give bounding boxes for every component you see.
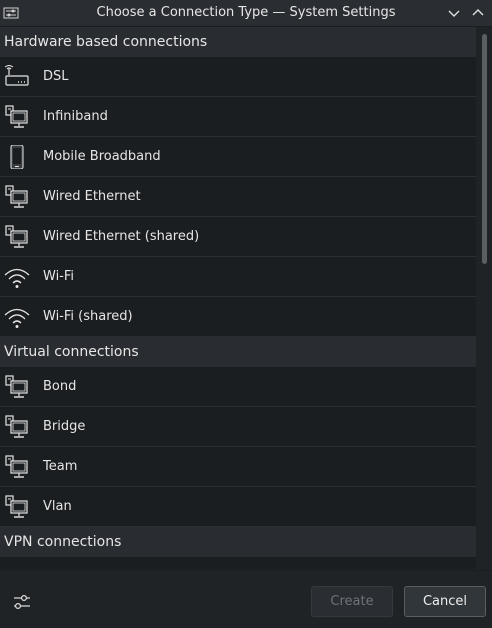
connection-item-label: Infiniband [43,109,108,124]
minimize-chevron-icon[interactable] [446,5,462,21]
scrollbar[interactable] [477,27,492,569]
wifi-icon [4,305,30,329]
connection-item-wi-fi-shared[interactable]: Wi-Fi (shared) [0,297,476,337]
connection-item-infiniband[interactable]: Infiniband [0,97,476,137]
connection-item-dsl[interactable]: DSL [0,57,476,97]
section-header-virtual-connections: Virtual connections [0,337,476,367]
connection-item-wired-ethernet[interactable]: Wired Ethernet [0,177,476,217]
configure-icon[interactable] [10,591,34,613]
network-wired-icon [4,495,30,519]
window-title: Choose a Connection Type — System Settin… [96,5,396,20]
create-button[interactable]: Create [311,586,393,617]
connection-item-label: Wi-Fi [43,269,75,284]
connection-item-wi-fi[interactable]: Wi-Fi [0,257,476,297]
scrollbar-thumb[interactable] [482,34,487,264]
connection-item-label: Team [43,459,78,474]
connection-item-label: Wired Ethernet [43,189,141,204]
network-wired-icon [4,105,30,129]
connection-item-bridge[interactable]: Bridge [0,407,476,447]
window-titlebar: Choose a Connection Type — System Settin… [0,0,492,27]
mobile-phone-icon [4,144,30,170]
connection-type-list[interactable]: Hardware based connections DSL Infiniband M… [0,27,476,569]
section-header-vpn-connections: VPN connections [0,527,476,557]
dsl-modem-icon [4,65,30,89]
wifi-icon [4,265,30,289]
connection-item-wired-ethernet-shared[interactable]: Wired Ethernet (shared) [0,217,476,257]
connection-item-label: Vlan [43,499,72,514]
connection-item-team[interactable]: Team [0,447,476,487]
connection-item-vlan[interactable]: Vlan [0,487,476,527]
connection-item-bond[interactable]: Bond [0,367,476,407]
network-wired-icon [4,185,30,209]
network-wired-icon [4,375,30,399]
connection-item-label: Bridge [43,419,86,434]
dialog-footer: Create Cancel [0,570,492,628]
connection-item-label: Wi-Fi (shared) [43,309,133,324]
network-wired-icon [4,225,30,249]
network-wired-icon [4,415,30,439]
connection-item-label: Mobile Broadband [43,149,161,164]
connection-item-label: Bond [43,379,77,394]
connection-item-mobile-broadband[interactable]: Mobile Broadband [0,137,476,177]
network-wired-icon [4,455,30,479]
section-header-hardware-based-connections: Hardware based connections [0,27,476,57]
connection-item-label: DSL [43,69,69,84]
maximize-chevron-icon[interactable] [470,5,486,21]
cancel-button[interactable]: Cancel [404,586,486,617]
connection-item-label: Wired Ethernet (shared) [43,229,200,244]
